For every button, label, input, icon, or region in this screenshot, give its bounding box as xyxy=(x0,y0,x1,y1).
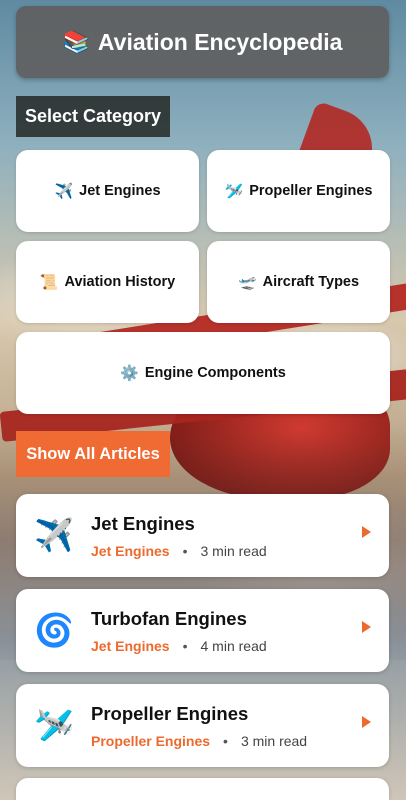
article-category: Jet Engines xyxy=(91,638,170,654)
chevron-right-icon xyxy=(362,526,371,538)
small-airplane-icon: 🛩️ xyxy=(224,183,244,200)
category-label: Aviation History xyxy=(64,274,176,290)
separator-dot: • xyxy=(182,543,188,559)
chevron-right-icon xyxy=(362,621,371,633)
article-read-time: 3 min read xyxy=(240,733,308,749)
small-airplane-icon: 🛩️ xyxy=(34,707,74,743)
select-category-label: Select Category xyxy=(16,96,171,137)
separator-dot: • xyxy=(182,638,188,654)
article-card[interactable]: ✈️ Jet Engines Jet Engines • 3 min read xyxy=(16,494,389,577)
category-aircraft-types[interactable]: 🛫 Aircraft Types xyxy=(207,241,390,323)
show-all-articles-button[interactable]: Show All Articles xyxy=(16,431,170,477)
separator-dot: • xyxy=(223,733,228,749)
category-label: Jet Engines xyxy=(79,183,161,199)
cyclone-icon: 🌀 xyxy=(34,612,74,648)
scroll-icon: 📜 xyxy=(39,274,59,291)
article-meta: Jet Engines • 4 min read xyxy=(91,638,267,654)
article-read-time: 3 min read xyxy=(200,543,267,559)
article-card[interactable]: 🛩️ Propeller Engines Propeller Engines •… xyxy=(16,684,389,767)
article-meta: Propeller Engines • 3 min read xyxy=(91,733,307,749)
chevron-right-icon xyxy=(362,716,371,728)
airplane-icon: ✈️ xyxy=(54,183,74,200)
category-label: Engine Components xyxy=(144,365,286,381)
article-title: Propeller Engines xyxy=(91,703,249,724)
airplane-departure-icon: 🛫 xyxy=(237,274,257,291)
category-label: Aircraft Types xyxy=(262,274,360,290)
app-title: Aviation Encyclopedia xyxy=(97,28,343,55)
airplane-icon: ✈️ xyxy=(34,517,74,553)
category-engine-components[interactable]: ⚙️ Engine Components xyxy=(16,332,390,414)
gear-icon: ⚙️ xyxy=(120,365,139,382)
article-read-time: 4 min read xyxy=(200,638,267,654)
article-category: Jet Engines xyxy=(91,543,170,559)
category-jet-engines[interactable]: ✈️ Jet Engines xyxy=(16,150,199,232)
app-title-bar: 📚 Aviation Encyclopedia xyxy=(16,6,389,78)
article-card-partial[interactable] xyxy=(16,778,389,800)
category-aviation-history[interactable]: 📜 Aviation History xyxy=(16,241,199,323)
article-category: Propeller Engines xyxy=(91,733,211,749)
category-label: Propeller Engines xyxy=(249,183,373,199)
article-title: Turbofan Engines xyxy=(91,608,247,629)
category-propeller-engines[interactable]: 🛩️ Propeller Engines xyxy=(207,150,390,232)
article-card[interactable]: 🌀 Turbofan Engines Jet Engines • 4 min r… xyxy=(16,589,389,672)
article-title: Jet Engines xyxy=(91,513,195,534)
books-icon: 📚 xyxy=(62,29,90,54)
article-meta: Jet Engines • 3 min read xyxy=(91,543,267,559)
